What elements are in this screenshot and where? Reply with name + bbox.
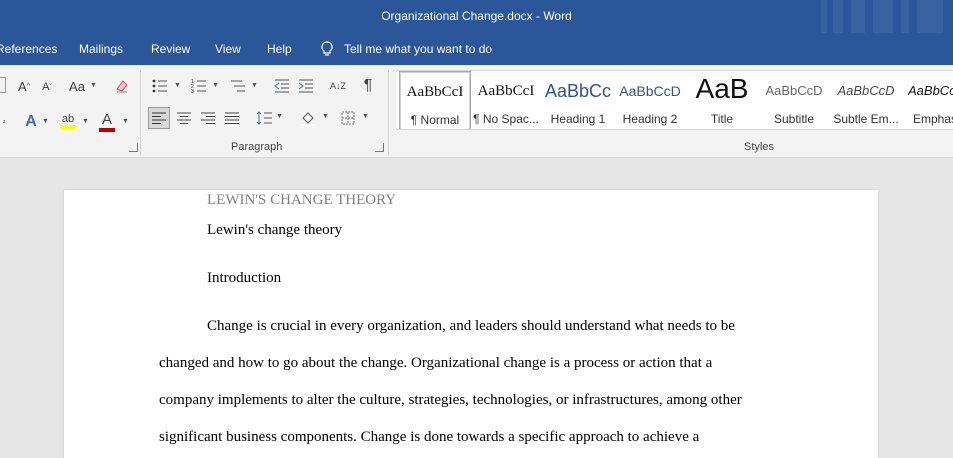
- group-divider: [140, 70, 141, 155]
- ribbon: A ^ Aˇ Aa ▼ ² A ▼ ab ▼ A ▼ ▼ 123 ▼ ▼ A↓Z …: [0, 65, 953, 158]
- chevron-down-icon: ▼: [322, 113, 329, 120]
- style-heading-2[interactable]: AaBbCcD Heading 2: [614, 71, 686, 129]
- shrink-font-icon[interactable]: Aˇ: [38, 79, 56, 95]
- line-spacing-icon[interactable]: [254, 108, 274, 128]
- decrease-indent-icon[interactable]: [272, 77, 292, 95]
- document-title[interactable]: Lewin's change theory: [207, 222, 342, 239]
- chevron-down-icon: ▼: [174, 82, 181, 89]
- tab-review[interactable]: Review: [151, 42, 190, 56]
- running-head[interactable]: LEWIN'S CHANGE THEORY: [207, 192, 396, 209]
- chevron-down-icon: ▼: [122, 118, 129, 125]
- style-title[interactable]: AaB Title: [686, 71, 758, 129]
- style-heading-1[interactable]: AaBbCc Heading 1: [542, 71, 614, 129]
- tab-references[interactable]: References: [0, 42, 57, 56]
- lightbulb-icon: [321, 41, 333, 56]
- paragraph-group-label: Paragraph: [231, 141, 283, 153]
- grow-font-icon[interactable]: A ^: [14, 77, 34, 95]
- chevron-down-icon: ▼: [251, 82, 258, 89]
- chevron-down-icon: ▼: [212, 82, 219, 89]
- show-formatting-marks-icon[interactable]: ¶: [358, 76, 378, 96]
- tell-me-text: Tell me what you want to do: [344, 42, 493, 56]
- align-left-icon[interactable]: [148, 107, 170, 129]
- section-heading[interactable]: Introduction: [207, 270, 281, 287]
- numbering-icon[interactable]: 123: [189, 77, 209, 95]
- increase-indent-icon[interactable]: [296, 77, 316, 95]
- align-center-icon[interactable]: [174, 108, 194, 128]
- body-line[interactable]: Change is crucial in every organization,…: [207, 318, 735, 335]
- tab-mailings[interactable]: Mailings: [79, 42, 123, 56]
- chevron-down-icon: ▼: [276, 113, 283, 120]
- font-dialog-launcher[interactable]: [129, 143, 138, 152]
- shading-icon[interactable]: [298, 108, 318, 128]
- style-subtle-emphasis[interactable]: AaBbCcD Subtle Em...: [830, 71, 902, 129]
- highlight-color-icon[interactable]: ab: [58, 109, 78, 133]
- align-right-icon[interactable]: [198, 108, 218, 128]
- svg-text:3: 3: [191, 89, 194, 93]
- paragraph-dialog-launcher[interactable]: [375, 143, 384, 152]
- borders-icon[interactable]: [338, 108, 358, 128]
- chevron-down-icon: ▼: [362, 113, 369, 120]
- chevron-down-icon: ▼: [82, 118, 89, 125]
- font-size-dropdown-edge[interactable]: ²: [0, 115, 8, 131]
- chevron-down-icon: ▼: [42, 118, 49, 125]
- text-effects-icon[interactable]: A: [20, 111, 42, 133]
- body-line[interactable]: significant business components. Change …: [159, 429, 699, 446]
- multilevel-list-icon[interactable]: [228, 77, 248, 95]
- bullets-icon[interactable]: [150, 77, 170, 95]
- style-no-spacing[interactable]: AaBbCcI ¶ No Spac...: [470, 71, 542, 129]
- ribbon-tabs: References Mailings Review View Help Tel…: [0, 33, 953, 65]
- document-canvas[interactable]: LEWIN'S CHANGE THEORY Lewin's change the…: [0, 158, 953, 458]
- tell-me-search[interactable]: Tell me what you want to do: [320, 41, 492, 57]
- style-normal[interactable]: AaBbCcI ¶ Normal: [399, 71, 471, 129]
- title-bar-pattern: [813, 0, 953, 36]
- title-bar: Organizational Change.docx - Word: [0, 0, 953, 36]
- font-size-box[interactable]: [0, 77, 6, 93]
- group-divider: [388, 70, 389, 155]
- change-case-icon[interactable]: Aa: [66, 77, 88, 95]
- styles-gallery: AaBbCcI ¶ Normal AaBbCcI ¶ No Spac... Aa…: [397, 70, 953, 130]
- tab-help[interactable]: Help: [267, 42, 292, 56]
- font-color-icon[interactable]: A: [96, 109, 118, 133]
- styles-group-label: Styles: [744, 141, 774, 153]
- window-title: Organizational Change.docx - Word: [381, 9, 572, 23]
- tab-view[interactable]: View: [215, 42, 241, 56]
- chevron-down-icon: ▼: [90, 82, 97, 89]
- style-emphasis[interactable]: AaBbCc Emphas: [902, 71, 953, 129]
- style-subtitle[interactable]: AaBbCcD Subtitle: [758, 71, 830, 129]
- body-line[interactable]: company implements to alter the culture,…: [159, 392, 742, 409]
- sort-icon[interactable]: A↓Z: [328, 76, 348, 96]
- clear-formatting-icon[interactable]: [112, 77, 132, 95]
- justify-icon[interactable]: [222, 108, 242, 128]
- body-line[interactable]: changed and how to go about the change. …: [159, 355, 712, 372]
- document-page[interactable]: LEWIN'S CHANGE THEORY Lewin's change the…: [64, 190, 878, 458]
